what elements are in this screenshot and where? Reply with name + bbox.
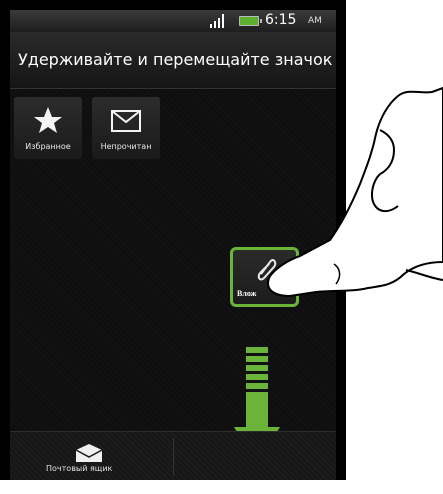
- hand-illustration: [267, 86, 443, 298]
